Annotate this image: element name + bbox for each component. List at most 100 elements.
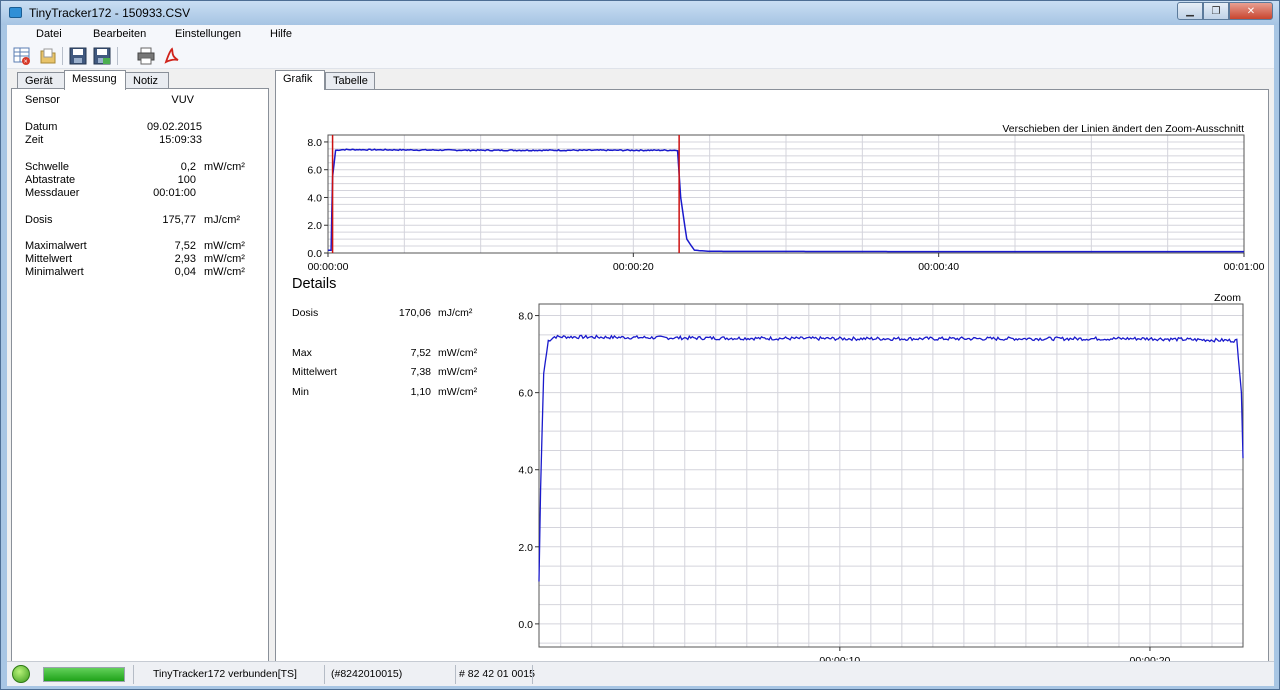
- window-title: TinyTracker172 - 150933.CSV: [29, 6, 191, 20]
- menu-bar: Datei Bearbeiten Einstellungen Hilfe: [7, 25, 1274, 43]
- overview-grid: [327, 134, 1245, 254]
- new-table-button[interactable]: ×: [11, 45, 33, 67]
- messdauer-label: Messdauer: [25, 187, 80, 199]
- print-icon: [137, 47, 155, 65]
- tab-tabelle[interactable]: Tabelle: [325, 72, 375, 89]
- menu-einstellungen[interactable]: Einstellungen: [175, 28, 241, 40]
- x-tick-label: 00:00:40: [918, 261, 959, 273]
- details-mittelwert-value: 7,38: [411, 366, 432, 378]
- zoom-hint: Verschieben der Linien ändert den Zoom-A…: [1002, 123, 1244, 135]
- messdauer-value: 00:01:00: [153, 187, 196, 199]
- details-min-label: Min: [292, 386, 309, 398]
- sensor-value: VUV: [171, 94, 194, 106]
- minimize-button[interactable]: ▁: [1177, 2, 1203, 20]
- open-folder-icon: [40, 48, 56, 64]
- graph-panel: Verschieben der Linien ändert den Zoom-A…: [275, 89, 1269, 682]
- details-dosis-unit: mJ/cm²: [438, 307, 473, 319]
- y-tick-label: 2.0: [518, 542, 533, 554]
- mittelwert-value: 2,93: [174, 253, 196, 265]
- abtastrate-value: 100: [177, 174, 196, 186]
- mittelwert-label: Mittelwert: [25, 253, 73, 265]
- window-controls: ▁ ❐ ✕: [1177, 2, 1273, 20]
- status-separator: [133, 665, 134, 684]
- zeit-label: Zeit: [25, 134, 44, 146]
- zoom-label: Zoom: [1214, 292, 1241, 304]
- status-bar: TinyTracker172 verbunden[TS] (#824201001…: [7, 661, 1274, 686]
- y-tick-label: 4.0: [518, 465, 533, 477]
- save-as-button[interactable]: [91, 45, 113, 67]
- menu-bearbeiten[interactable]: Bearbeiten: [93, 28, 146, 40]
- schwelle-unit: mW/cm²: [204, 161, 245, 173]
- zoom-series-line: [538, 334, 1244, 582]
- device-id: # 82 42 01 0015: [459, 668, 535, 680]
- datum-label: Datum: [25, 121, 58, 133]
- connection-icon[interactable]: [12, 665, 30, 683]
- maximalwert-value: 7,52: [174, 240, 196, 252]
- open-button[interactable]: [37, 45, 59, 67]
- y-tick-label: 8.0: [307, 137, 322, 149]
- close-button[interactable]: ✕: [1229, 2, 1273, 20]
- zoom-plot-area[interactable]: [538, 303, 1244, 648]
- app-window: TinyTracker172 - 150933.CSV ▁ ❐ ✕ Datei …: [0, 0, 1280, 690]
- close-icon: ✕: [1246, 5, 1256, 17]
- overview-y-axis: 8.0 6.0 4.0 2.0 0.0: [307, 137, 328, 260]
- toolbar: ×: [7, 43, 1274, 69]
- tab-geraet[interactable]: Gerät: [17, 72, 65, 89]
- schwelle-label: Schwelle: [25, 161, 70, 173]
- zoom-grid: [539, 304, 1244, 647]
- details-min-unit: mW/cm²: [438, 386, 478, 398]
- mittelwert-unit: mW/cm²: [204, 253, 245, 265]
- tab-notiz[interactable]: Notiz: [125, 72, 169, 89]
- schwelle-value: 0,2: [180, 161, 196, 173]
- minimalwert-value: 0,04: [174, 266, 196, 278]
- maximize-button[interactable]: ❐: [1203, 2, 1229, 20]
- y-tick-label: 4.0: [307, 192, 322, 204]
- connection-status: TinyTracker172 verbunden[TS]: [153, 668, 297, 680]
- graph-canvas: Verschieben der Linien ändert den Zoom-A…: [292, 123, 1265, 667]
- x-tick-label: 00:00:20: [613, 261, 654, 273]
- status-separator: [532, 665, 533, 684]
- y-tick-label: 6.0: [307, 165, 322, 177]
- toolbar-separator: [117, 47, 118, 65]
- x-tick-label: 00:01:00: [1224, 261, 1265, 273]
- save-as-icon: [93, 47, 111, 65]
- details-max-unit: mW/cm²: [438, 347, 478, 359]
- dosis-unit: mJ/cm²: [204, 214, 241, 226]
- details-max-value: 7,52: [411, 347, 432, 359]
- y-tick-label: 0.0: [518, 619, 533, 631]
- menu-datei[interactable]: Datei: [36, 28, 62, 40]
- overview-x-axis: 00:00:00 00:00:20 00:00:40 00:01:00: [308, 253, 1265, 273]
- save-icon: [69, 47, 87, 65]
- zoom-y-axis: 8.0 6.0 4.0 2.0 0.0: [518, 311, 539, 631]
- x-tick-label: 00:00:00: [308, 261, 349, 273]
- dosis-value: 175,77: [162, 214, 196, 226]
- tab-grafik[interactable]: Grafik: [275, 70, 325, 90]
- svg-text:×: ×: [24, 59, 28, 66]
- pdf-export-button[interactable]: [161, 45, 183, 67]
- details-heading: Details: [292, 276, 336, 292]
- y-tick-label: 2.0: [307, 220, 322, 232]
- status-separator: [455, 665, 456, 684]
- y-tick-label: 8.0: [518, 311, 533, 323]
- maximalwert-label: Maximalwert: [25, 240, 87, 252]
- minimalwert-label: Minimalwert: [25, 266, 84, 278]
- details-max-label: Max: [292, 347, 313, 359]
- save-button[interactable]: [67, 45, 89, 67]
- tab-messung[interactable]: Messung: [64, 70, 126, 90]
- measurement-panel: Sensor VUV Datum 09.02.2015 Zeit 15:09:3…: [11, 88, 269, 683]
- title-bar[interactable]: TinyTracker172 - 150933.CSV ▁ ❐ ✕: [1, 1, 1279, 25]
- dosis-label: Dosis: [25, 214, 53, 226]
- datum-value: 09.02.2015: [146, 121, 202, 133]
- details-min-value: 1,10: [411, 386, 432, 398]
- table-delete-icon: ×: [13, 47, 30, 66]
- details-dosis-label: Dosis: [292, 307, 318, 319]
- details-mittelwert-label: Mittelwert: [292, 366, 337, 378]
- restore-icon: ❐: [1211, 5, 1221, 17]
- y-tick-label: 6.0: [518, 388, 533, 400]
- app-icon: [9, 7, 22, 18]
- toolbar-separator: [62, 47, 63, 65]
- print-button[interactable]: [135, 45, 157, 67]
- details-mittelwert-unit: mW/cm²: [438, 366, 478, 378]
- menu-hilfe[interactable]: Hilfe: [270, 28, 292, 40]
- sensor-label: Sensor: [25, 94, 60, 106]
